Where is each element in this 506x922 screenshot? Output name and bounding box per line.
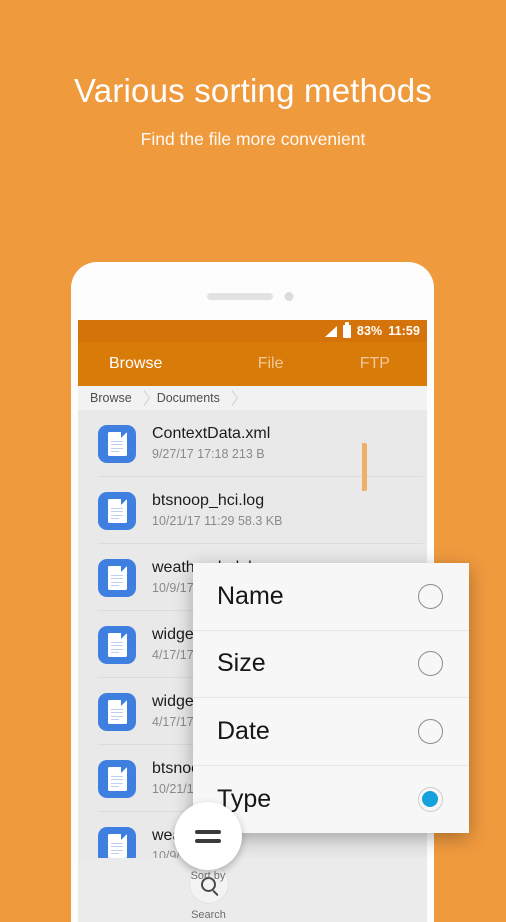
chevron-right-icon	[225, 389, 238, 407]
battery-percent: 83%	[356, 324, 383, 338]
breadcrumb-item-browse[interactable]: Browse	[87, 391, 135, 405]
breadcrumb-item-documents[interactable]: Documents	[154, 391, 223, 405]
sort-option-label: Size	[217, 649, 266, 678]
document-icon	[98, 424, 136, 463]
radio-button[interactable]	[418, 583, 443, 609]
tab-file[interactable]: File	[218, 355, 322, 373]
status-bar: 83% 11:59	[78, 320, 427, 342]
file-name: ContextData.xml	[152, 425, 271, 442]
sort-by-label: Sort by	[190, 870, 226, 882]
sort-by-fab[interactable]	[174, 802, 242, 870]
sort-option-name[interactable]: Name	[193, 563, 469, 631]
sort-option-label: Name	[217, 581, 284, 610]
speaker-grille-icon	[206, 293, 273, 300]
hamburger-icon-line	[195, 838, 221, 843]
sort-option-date[interactable]: Date	[193, 698, 469, 766]
breadcrumb: Browse Documents	[78, 386, 427, 410]
promo-header: Various sorting methods Find the file mo…	[0, 0, 506, 150]
sort-option-size[interactable]: Size	[193, 631, 469, 698]
table-row[interactable]: ContextData.xml 9/27/17 17:18 213 B	[78, 410, 427, 477]
sort-by-dialog: Name Size Date Type	[193, 563, 469, 833]
page-title: Various sorting methods	[74, 72, 432, 109]
sort-by-button-placeholder	[265, 864, 329, 904]
chevron-right-icon	[137, 389, 150, 407]
file-meta: 9/27/17 17:18 213 B	[152, 447, 265, 461]
volume-button[interactable]	[362, 443, 367, 491]
tab-ftp[interactable]: FTP	[323, 355, 427, 373]
sort-option-label: Date	[217, 716, 270, 745]
radio-button[interactable]	[418, 718, 443, 744]
file-name: btsnoop_hci.log	[152, 492, 265, 509]
document-icon	[98, 558, 136, 597]
document-icon	[98, 491, 136, 530]
front-camera-icon	[284, 292, 293, 301]
tab-bar: Browse File FTP	[78, 342, 427, 386]
table-row[interactable]: btsnoop_hci.log 10/21/17 11:29 58.3 KB	[78, 477, 427, 544]
document-icon	[98, 759, 136, 798]
battery-icon	[342, 322, 351, 338]
tab-browse[interactable]: Browse	[78, 355, 218, 373]
signal-icon	[324, 325, 337, 337]
document-icon	[98, 625, 136, 664]
bottom-navigation-bar: Search	[78, 858, 427, 922]
radio-button-selected[interactable]	[418, 786, 443, 812]
hamburger-icon-line	[195, 829, 221, 834]
file-meta: 10/21/17 11:29 58.3 KB	[152, 514, 283, 528]
radio-button[interactable]	[418, 651, 443, 677]
document-icon	[98, 692, 136, 731]
page-subtitle: Find the file more convenient	[140, 128, 366, 149]
search-label: Search	[191, 909, 226, 921]
clock: 11:59	[388, 324, 420, 338]
